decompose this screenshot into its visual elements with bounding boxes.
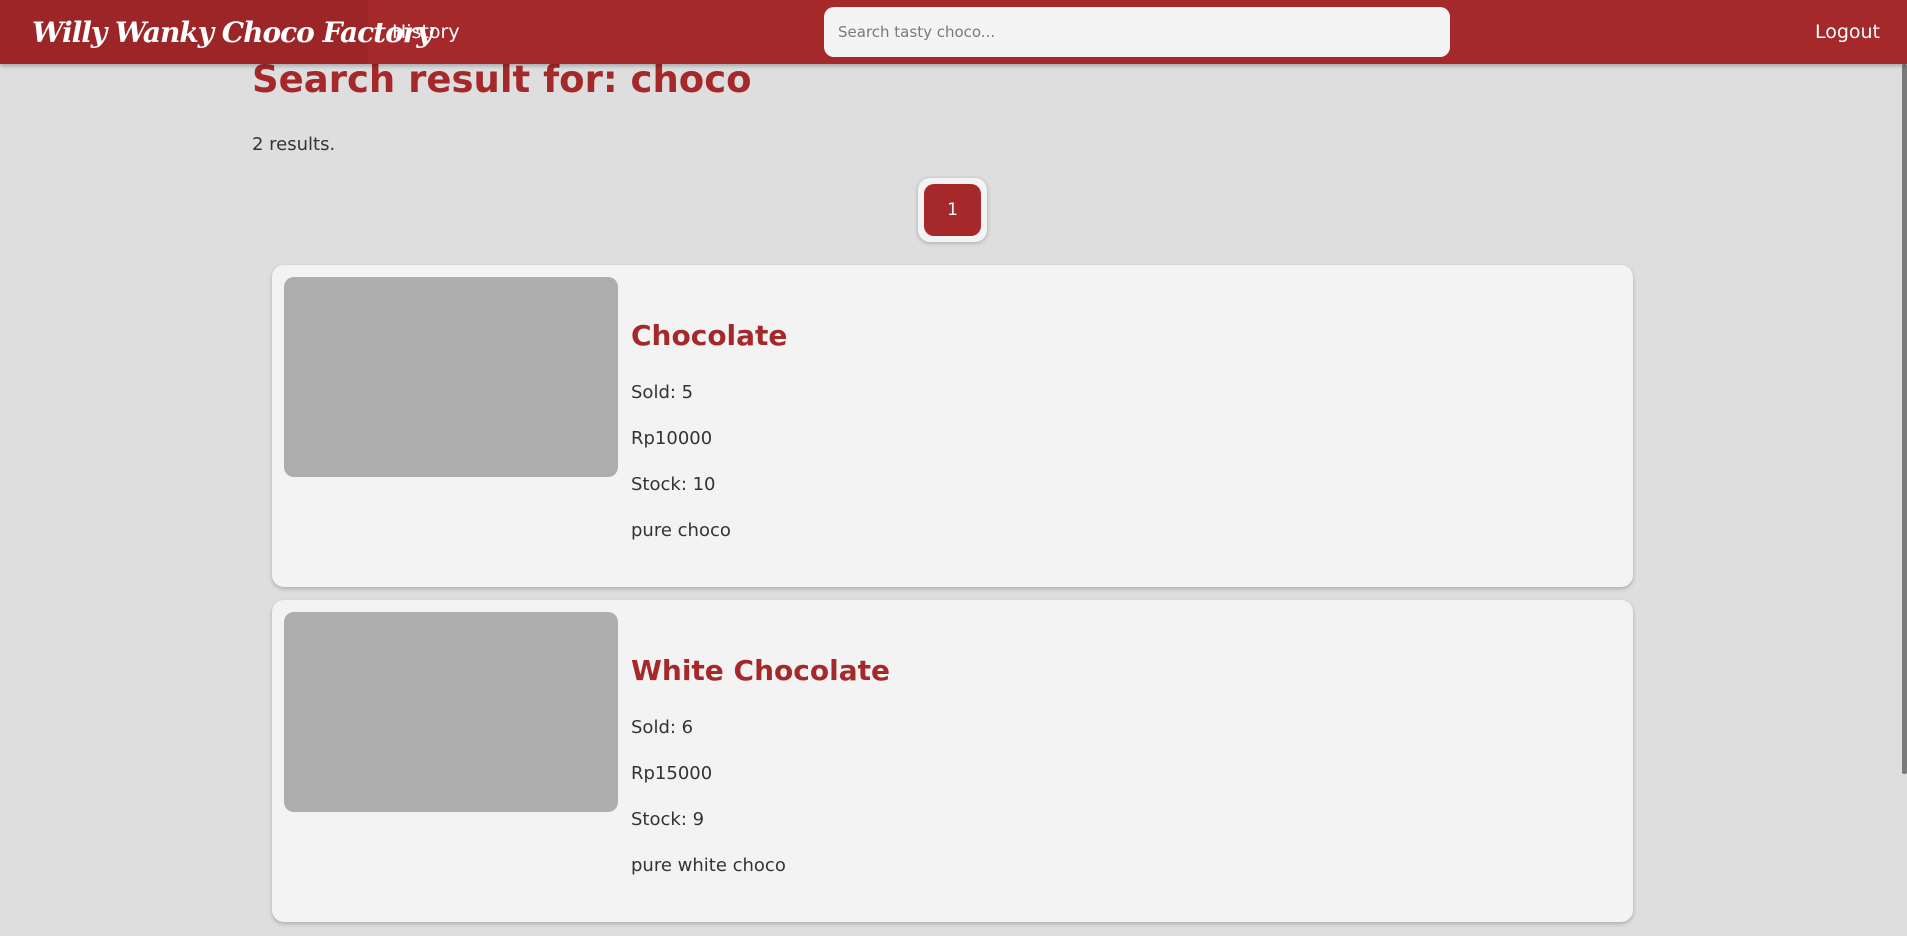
nav-history-link[interactable]: History bbox=[392, 0, 460, 64]
product-price: Rp10000 bbox=[631, 428, 713, 449]
search-input[interactable] bbox=[824, 7, 1450, 57]
page-title: Search result for: choco bbox=[252, 58, 752, 101]
pagination: 1 bbox=[918, 178, 987, 242]
product-sold: Sold: 6 bbox=[631, 717, 694, 738]
brand-logo[interactable]: Willy Wanky Choco Factory bbox=[0, 0, 433, 64]
result-count: 2 results. bbox=[252, 134, 336, 155]
product-stock: Stock: 9 bbox=[631, 809, 705, 830]
page-scrollbar[interactable] bbox=[1902, 64, 1907, 774]
product-name: Chocolate bbox=[631, 319, 788, 352]
product-name: White Chocolate bbox=[631, 654, 890, 687]
product-card[interactable]: Chocolate Sold: 5 Rp10000 Stock: 10 pure… bbox=[272, 265, 1633, 587]
product-image-placeholder bbox=[284, 277, 618, 477]
logout-link[interactable]: Logout bbox=[1815, 0, 1880, 64]
product-image-placeholder bbox=[284, 612, 618, 812]
product-description: pure white choco bbox=[631, 855, 786, 876]
page-button-1[interactable]: 1 bbox=[924, 184, 981, 236]
product-sold: Sold: 5 bbox=[631, 382, 694, 403]
product-price: Rp15000 bbox=[631, 763, 713, 784]
top-navbar: Willy Wanky Choco Factory History Logout bbox=[0, 0, 1907, 64]
product-card[interactable]: White Chocolate Sold: 6 Rp15000 Stock: 9… bbox=[272, 600, 1633, 922]
product-description: pure choco bbox=[631, 520, 731, 541]
product-stock: Stock: 10 bbox=[631, 474, 716, 495]
